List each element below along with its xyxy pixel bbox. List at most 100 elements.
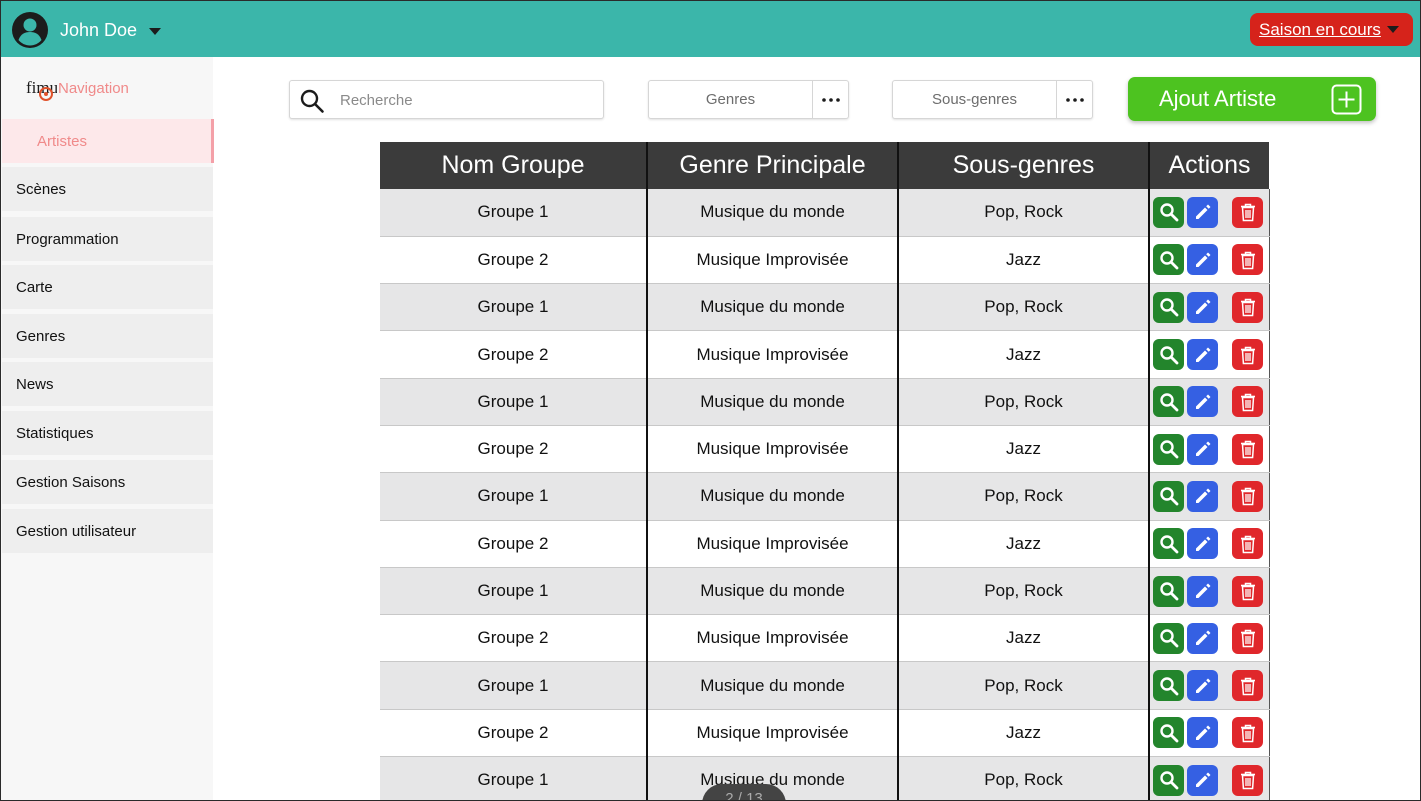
sidebar-item-scenes[interactable]: Scènes [2, 167, 213, 211]
table-row: Groupe 1 Musique du monde Pop, Rock [380, 756, 1270, 801]
search-input[interactable] [340, 87, 590, 113]
edit-button[interactable] [1187, 196, 1218, 228]
cell-actions [1148, 709, 1270, 758]
edit-button[interactable] [1187, 528, 1218, 560]
brand: fimu Navigation [25, 73, 129, 103]
magnifier-icon [1158, 485, 1180, 507]
edit-button[interactable] [1187, 670, 1218, 702]
trash-icon [1237, 533, 1259, 555]
cell-sous-genres: Jazz [897, 709, 1149, 758]
delete-button[interactable] [1232, 575, 1263, 607]
cell-actions [1148, 236, 1270, 285]
genres-filter-label[interactable]: Genres [649, 81, 812, 118]
table-body: Groupe 1 Musique du monde Pop, Rock Groupe … [380, 189, 1270, 801]
pencil-icon [1192, 533, 1214, 555]
cell-actions [1148, 425, 1270, 474]
delete-button[interactable] [1232, 480, 1263, 512]
trash-icon [1237, 675, 1259, 697]
cell-genre-principale: Musique Improvisée [646, 330, 898, 379]
view-button[interactable] [1153, 339, 1184, 371]
delete-button[interactable] [1232, 244, 1263, 276]
cell-sous-genres: Pop, Rock [897, 378, 1149, 426]
pencil-icon [1192, 201, 1214, 223]
cell-nom-groupe: Groupe 1 [380, 378, 647, 426]
cell-nom-groupe: Groupe 2 [380, 520, 647, 568]
add-artist-button[interactable]: Ajout Artiste [1128, 77, 1376, 121]
trash-icon [1237, 769, 1259, 791]
edit-button[interactable] [1187, 622, 1218, 654]
column-header-sous-genres[interactable]: Sous-genres [897, 142, 1149, 189]
view-button[interactable] [1153, 528, 1184, 560]
view-button[interactable] [1153, 575, 1184, 607]
column-header-nom-groupe[interactable]: Nom Groupe [380, 142, 647, 189]
delete-button[interactable] [1232, 291, 1263, 323]
edit-button[interactable] [1187, 717, 1218, 749]
cell-nom-groupe: Groupe 1 [380, 472, 647, 521]
magnifier-icon [1158, 722, 1180, 744]
delete-button[interactable] [1232, 386, 1263, 418]
magnifier-icon [1158, 296, 1180, 318]
trash-icon [1237, 391, 1259, 413]
trash-icon [1237, 296, 1259, 318]
delete-button[interactable] [1232, 622, 1263, 654]
magnifier-icon [1158, 249, 1180, 271]
view-button[interactable] [1153, 480, 1184, 512]
edit-button[interactable] [1187, 339, 1218, 371]
sidebar-item-gestion-saisons[interactable]: Gestion Saisons [2, 460, 213, 504]
trash-icon [1237, 722, 1259, 744]
delete-button[interactable] [1232, 528, 1263, 560]
cell-nom-groupe: Groupe 2 [380, 236, 647, 285]
delete-button[interactable] [1232, 433, 1263, 465]
sidebar-item-programmation[interactable]: Programmation [2, 217, 213, 261]
sidebar-item-news[interactable]: News [2, 362, 213, 406]
delete-button[interactable] [1232, 764, 1263, 796]
table-row: Groupe 2 Musique Improvisée Jazz [380, 709, 1270, 758]
sidebar-item-carte[interactable]: Carte [2, 265, 213, 309]
sidebar-item-statistiques[interactable]: Statistiques [2, 411, 213, 455]
edit-button[interactable] [1187, 386, 1218, 418]
delete-button[interactable] [1232, 339, 1263, 371]
subgenres-filter-label[interactable]: Sous-genres [893, 81, 1056, 118]
view-button[interactable] [1153, 764, 1184, 796]
genres-more-button[interactable] [812, 81, 848, 118]
account-circle-icon [12, 12, 48, 48]
cell-actions [1148, 378, 1270, 426]
cell-actions [1148, 614, 1270, 663]
magnifier-icon [1158, 769, 1180, 791]
trash-icon [1237, 627, 1259, 649]
view-button[interactable] [1153, 196, 1184, 228]
sidebar-item-artistes[interactable]: Artistes [2, 119, 214, 163]
subgenres-more-button[interactable] [1056, 81, 1092, 118]
cell-sous-genres: Pop, Rock [897, 472, 1149, 521]
sidebar-item-gestion-utilisateur[interactable]: Gestion utilisateur [2, 509, 213, 553]
edit-button[interactable] [1187, 480, 1218, 512]
edit-button[interactable] [1187, 764, 1218, 796]
delete-button[interactable] [1232, 717, 1263, 749]
delete-button[interactable] [1232, 670, 1263, 702]
user-menu[interactable]: John Doe [11, 11, 162, 49]
view-button[interactable] [1153, 291, 1184, 323]
view-button[interactable] [1153, 244, 1184, 276]
fimu-logo: fimu [26, 78, 57, 101]
pencil-icon [1192, 722, 1214, 744]
cell-sous-genres: Jazz [897, 520, 1149, 568]
subgenres-filter: Sous-genres [892, 80, 1093, 119]
view-button[interactable] [1153, 670, 1184, 702]
edit-button[interactable] [1187, 244, 1218, 276]
table-row: Groupe 1 Musique du monde Pop, Rock [380, 661, 1270, 710]
edit-button[interactable] [1187, 575, 1218, 607]
delete-button[interactable] [1232, 196, 1263, 228]
view-button[interactable] [1153, 622, 1184, 654]
cell-actions [1148, 661, 1270, 710]
table-row: Groupe 1 Musique du monde Pop, Rock [380, 283, 1270, 332]
view-button[interactable] [1153, 717, 1184, 749]
pencil-icon [1192, 391, 1214, 413]
view-button[interactable] [1153, 433, 1184, 465]
column-header-genre-principale[interactable]: Genre Principale [646, 142, 898, 189]
edit-button[interactable] [1187, 291, 1218, 323]
view-button[interactable] [1153, 386, 1184, 418]
table-row: Groupe 1 Musique du monde Pop, Rock [380, 189, 1270, 237]
edit-button[interactable] [1187, 433, 1218, 465]
season-selector[interactable]: Saison en cours [1250, 13, 1413, 46]
sidebar-item-genres[interactable]: Genres [2, 314, 213, 358]
